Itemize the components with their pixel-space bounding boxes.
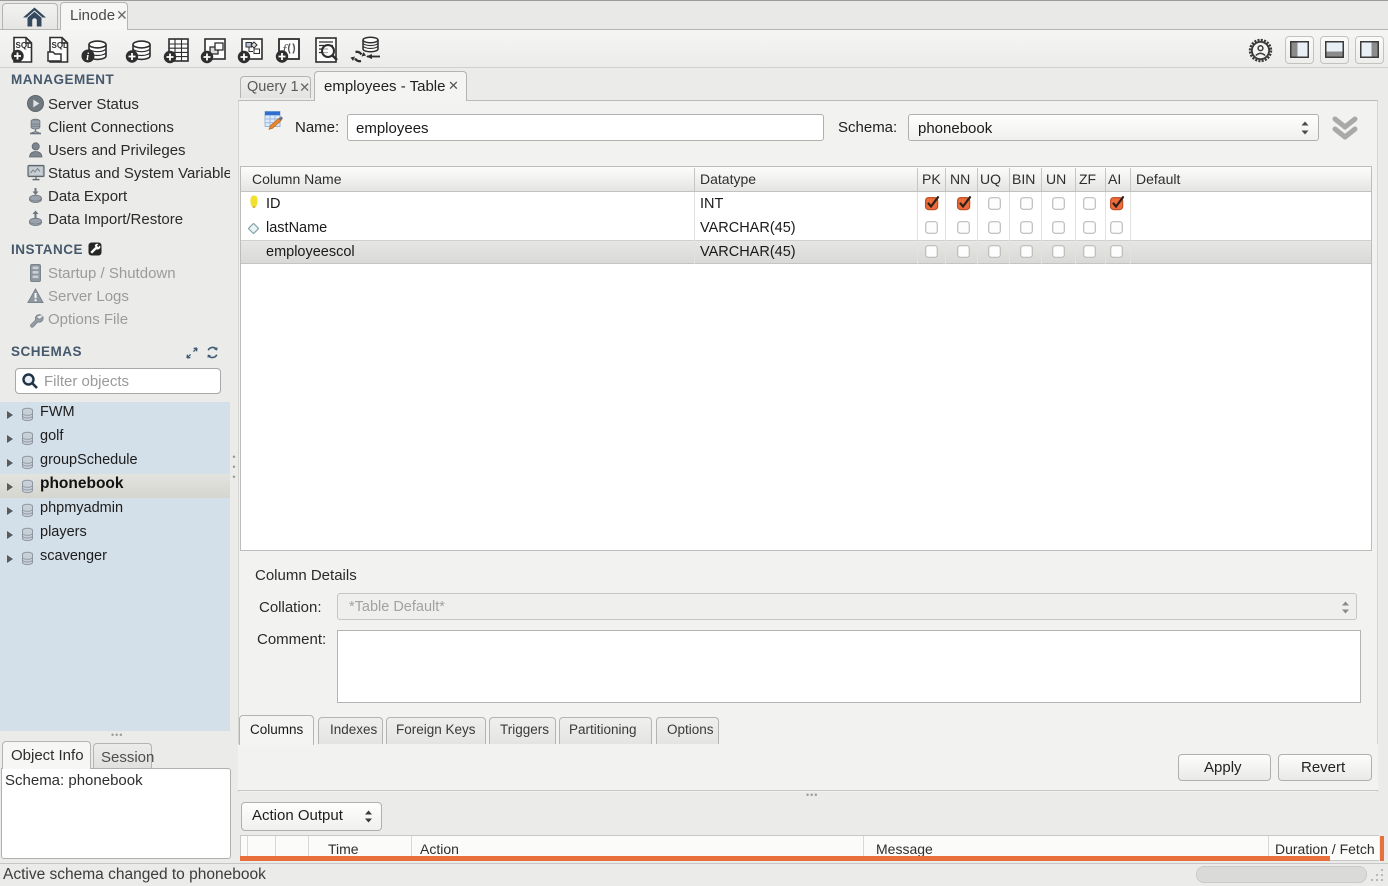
svg-text:SQL: SQL [16,41,33,50]
svg-text:SQL: SQL [52,41,69,50]
svg-text:i: i [86,52,89,63]
